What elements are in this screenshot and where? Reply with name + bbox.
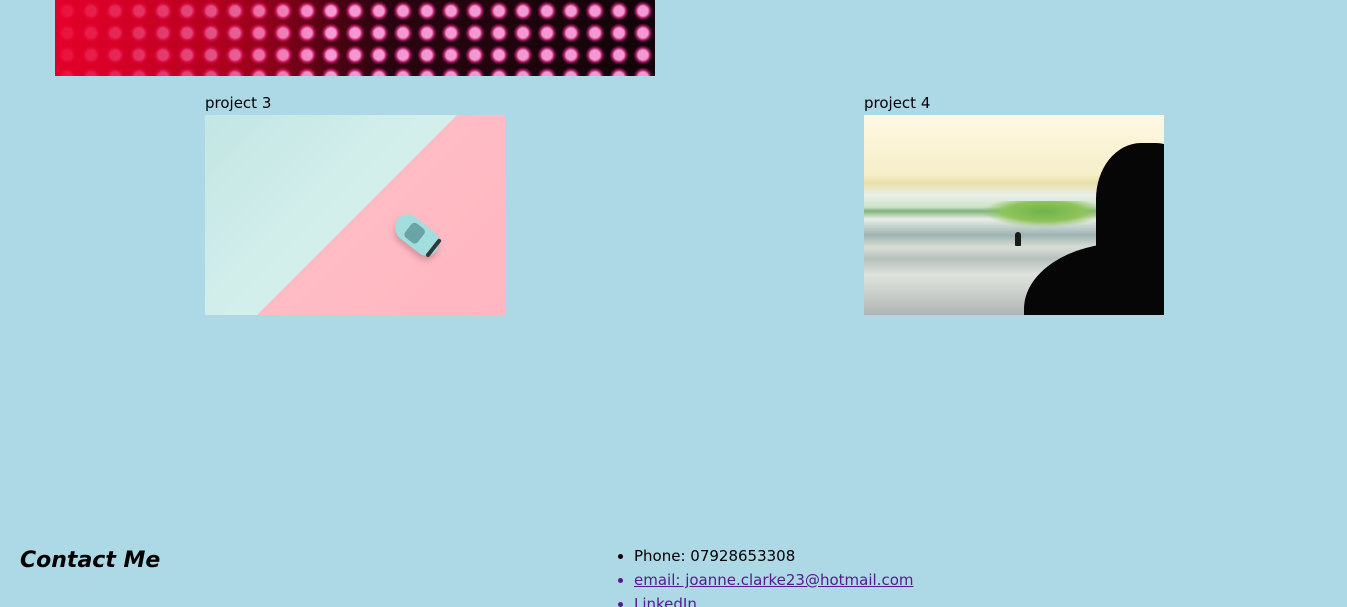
project-2-image[interactable]: [55, 0, 655, 76]
email-link[interactable]: email: joanne.clarke23@hotmail.com: [634, 571, 914, 589]
project-4-image[interactable]: [864, 115, 1164, 315]
linkedin-item: LinkedIn: [634, 592, 914, 607]
portfolio-page: project 3 project 4 Contact Me Phone: 07…: [0, 0, 1347, 607]
project-3-title: project 3: [205, 94, 272, 112]
contact-list: Phone: 07928653308 email: joanne.clarke2…: [616, 544, 914, 607]
car-window: [402, 221, 427, 246]
email-item: email: joanne.clarke23@hotmail.com: [634, 568, 914, 592]
toy-car-graphic: [389, 209, 445, 261]
surfer-graphic: [1015, 232, 1021, 246]
contact-heading: Contact Me: [20, 548, 161, 573]
wave-graphic: [984, 201, 1104, 227]
project-3-image[interactable]: [205, 115, 505, 315]
project-4-title: project 4: [864, 94, 931, 112]
project-4-card: project 4: [864, 93, 1164, 315]
project-3-card: project 3: [205, 93, 505, 315]
phone-item: Phone: 07928653308: [634, 544, 914, 568]
car-bumper: [425, 238, 442, 258]
shoulder-silhouette: [1024, 243, 1164, 315]
linkedin-link[interactable]: LinkedIn: [634, 595, 697, 607]
